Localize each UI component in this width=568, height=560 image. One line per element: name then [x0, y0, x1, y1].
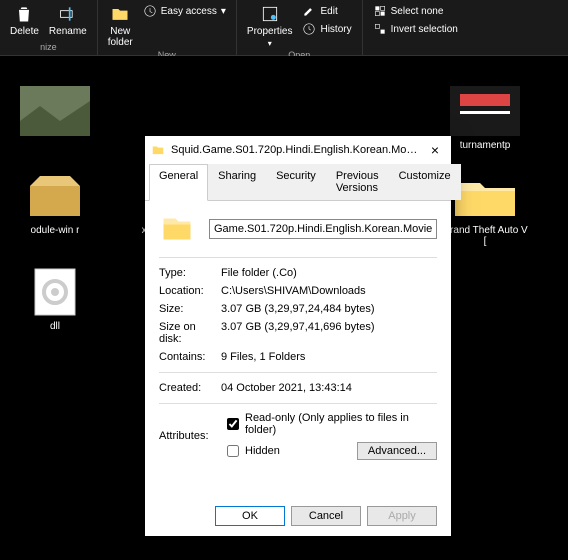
rename-label: Rename: [49, 26, 87, 37]
tab-previous-versions[interactable]: Previous Versions: [326, 164, 389, 200]
folder-icon: [159, 211, 195, 247]
edit-label: Edit: [320, 6, 337, 17]
delete-label: Delete: [10, 26, 39, 37]
chevron-down-icon: ▾: [268, 39, 272, 48]
folder-item[interactable]: turnamentp: [440, 86, 530, 151]
readonly-label: Read-only (Only applies to files in fold…: [245, 412, 437, 436]
folder-label: Grand Theft Auto V [: [440, 225, 530, 247]
dialog-title: Squid.Game.S01.720p.Hindi.English.Korean…: [171, 144, 419, 156]
hidden-checkbox[interactable]: [227, 445, 239, 457]
tab-security[interactable]: Security: [266, 164, 326, 200]
created-value: 04 October 2021, 13:43:14: [221, 382, 437, 394]
folder-label: dll: [50, 321, 60, 332]
contains-label: Contains:: [159, 351, 221, 363]
select-none-label: Select none: [391, 6, 444, 17]
folder-label: turnamentp: [460, 140, 511, 151]
size-value: 3.07 GB (3,29,97,24,484 bytes): [221, 303, 437, 315]
chevron-down-icon: ▾: [221, 6, 226, 17]
apply-button[interactable]: Apply: [367, 506, 437, 526]
easy-access-button[interactable]: Easy access ▾: [139, 2, 230, 20]
new-folder-button[interactable]: New folder: [104, 2, 137, 50]
properties-icon: [260, 4, 280, 24]
tab-general[interactable]: General: [149, 164, 208, 201]
easy-access-label: Easy access: [161, 6, 217, 17]
folder-item[interactable]: dll: [10, 267, 100, 332]
dialog-titlebar[interactable]: Squid.Game.S01.720p.Hindi.English.Korean…: [145, 136, 451, 164]
folder-item[interactable]: [10, 86, 100, 151]
delete-icon: [14, 4, 34, 24]
location-value: C:\Users\SHIVAM\Downloads: [221, 285, 437, 297]
type-value: File folder (.Co): [221, 267, 437, 279]
size-label: Size:: [159, 303, 221, 315]
image-thumbnail-icon: [20, 86, 90, 136]
type-label: Type:: [159, 267, 221, 279]
properties-dialog: Squid.Game.S01.720p.Hindi.English.Korean…: [145, 136, 451, 536]
sizeondisk-label: Size on disk:: [159, 321, 221, 345]
invert-selection-button[interactable]: Invert selection: [369, 20, 462, 38]
properties-button[interactable]: Properties ▾: [243, 2, 297, 50]
delete-button[interactable]: Delete: [6, 2, 43, 39]
rename-button[interactable]: Rename: [45, 2, 91, 39]
edit-icon: [302, 4, 316, 18]
invert-label: Invert selection: [391, 24, 458, 35]
new-folder-icon: [110, 4, 130, 24]
box-icon: [20, 171, 90, 221]
folder-name-input[interactable]: [209, 219, 437, 239]
history-icon: [302, 22, 316, 36]
rename-icon: [58, 4, 78, 24]
invert-icon: [373, 22, 387, 36]
sizeondisk-value: 3.07 GB (3,29,97,41,696 bytes): [221, 321, 437, 345]
select-none-icon: [373, 4, 387, 18]
ribbon-group-new: New folder Easy access ▾ New: [98, 0, 237, 56]
cancel-button[interactable]: Cancel: [291, 506, 361, 526]
dialog-tabs: General Sharing Security Previous Versio…: [145, 164, 451, 201]
dialog-body: Type:File folder (.Co) Location:C:\Users…: [145, 201, 451, 472]
folder-icon: [151, 143, 165, 157]
attributes-label: Attributes:: [159, 430, 221, 442]
advanced-button[interactable]: Advanced...: [357, 442, 437, 460]
tab-customize[interactable]: Customize: [389, 164, 461, 200]
history-label: History: [320, 24, 351, 35]
edit-button[interactable]: Edit: [298, 2, 355, 20]
folder-label: odule-win r: [31, 225, 80, 236]
tab-sharing[interactable]: Sharing: [208, 164, 266, 200]
ribbon-group-open: Properties ▾ Edit History Open: [237, 0, 363, 56]
ok-button[interactable]: OK: [215, 506, 285, 526]
dll-file-icon: [20, 267, 90, 317]
location-label: Location:: [159, 285, 221, 297]
readonly-checkbox[interactable]: [227, 418, 239, 430]
close-button[interactable]: ×: [425, 142, 445, 158]
folder-item[interactable]: odule-win r: [10, 171, 100, 247]
new-folder-label: New folder: [108, 26, 133, 48]
image-thumbnail-icon: [450, 86, 520, 136]
select-none-button[interactable]: Select none: [369, 2, 462, 20]
properties-label: Properties: [247, 26, 293, 37]
explorer-body: turnamentp odule-win r xampp-window Gran…: [0, 56, 568, 560]
ribbon-group-select: Select none Invert selection: [363, 0, 468, 56]
contains-value: 9 Files, 1 Folders: [221, 351, 437, 363]
created-label: Created:: [159, 382, 221, 394]
history-button[interactable]: History: [298, 20, 355, 38]
hidden-label: Hidden: [245, 445, 280, 457]
dialog-footer: OK Cancel Apply: [215, 506, 437, 526]
ribbon: Delete Rename nize New folder Easy acces…: [0, 0, 568, 56]
organize-group-label: nize: [40, 42, 57, 54]
ribbon-group-organize: Delete Rename nize: [0, 0, 98, 56]
easy-access-icon: [143, 4, 157, 18]
